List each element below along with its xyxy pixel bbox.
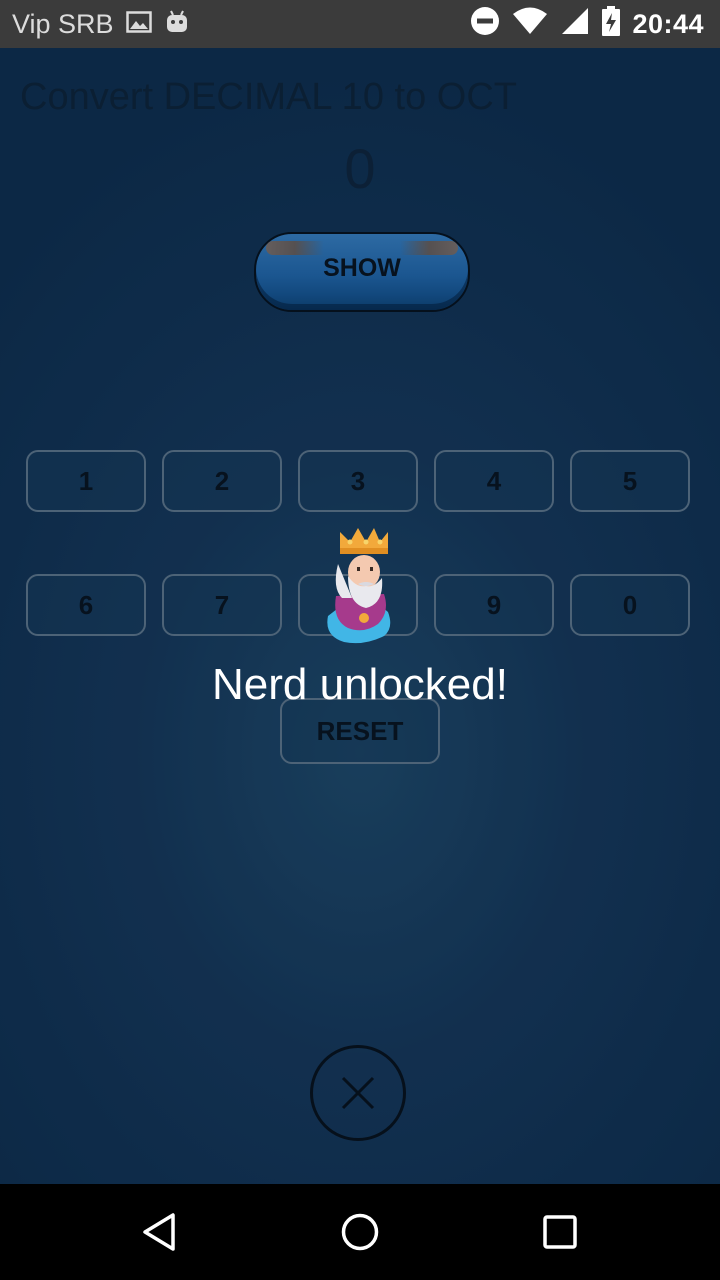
- carrier-name: Vip SRB: [12, 8, 114, 39]
- clock: 20:44: [632, 8, 704, 39]
- show-button-label: SHOW: [323, 254, 401, 282]
- home-button[interactable]: [312, 1184, 408, 1280]
- show-button[interactable]: SHOW: [254, 232, 470, 312]
- android-icon: [164, 8, 190, 41]
- king-avatar-icon: [318, 524, 402, 646]
- key-0[interactable]: 0: [570, 574, 690, 636]
- converter-screen: Convert DECIMAL 10 to OCT 0 SHOW 1 2 3 4…: [0, 48, 720, 1184]
- back-icon: [143, 1213, 175, 1251]
- page-title: Convert DECIMAL 10 to OCT: [20, 76, 517, 118]
- back-button[interactable]: [112, 1184, 208, 1280]
- key-7[interactable]: 7: [162, 574, 282, 636]
- recents-icon: [543, 1215, 577, 1249]
- home-icon: [341, 1213, 379, 1251]
- status-bar: Vip SRB 20:44: [0, 0, 720, 48]
- image-icon: [125, 9, 152, 40]
- button-gloss: [266, 241, 458, 255]
- close-icon: [341, 1076, 375, 1110]
- wifi-icon: [512, 7, 548, 42]
- key-1[interactable]: 1: [26, 450, 146, 512]
- navigation-bar: [0, 1184, 720, 1280]
- battery-charging-icon: [602, 5, 621, 43]
- achievement-message: Nerd unlocked!: [212, 660, 508, 709]
- close-button[interactable]: [310, 1045, 406, 1141]
- key-2[interactable]: 2: [162, 450, 282, 512]
- key-4[interactable]: 4: [434, 450, 554, 512]
- key-6[interactable]: 6: [26, 574, 146, 636]
- recents-button[interactable]: [512, 1184, 608, 1280]
- result-value: 0: [344, 137, 376, 200]
- key-3[interactable]: 3: [298, 450, 418, 512]
- key-9[interactable]: 9: [434, 574, 554, 636]
- signal-icon: [560, 6, 590, 43]
- key-5[interactable]: 5: [570, 450, 690, 512]
- do-not-disturb-icon: [470, 6, 500, 43]
